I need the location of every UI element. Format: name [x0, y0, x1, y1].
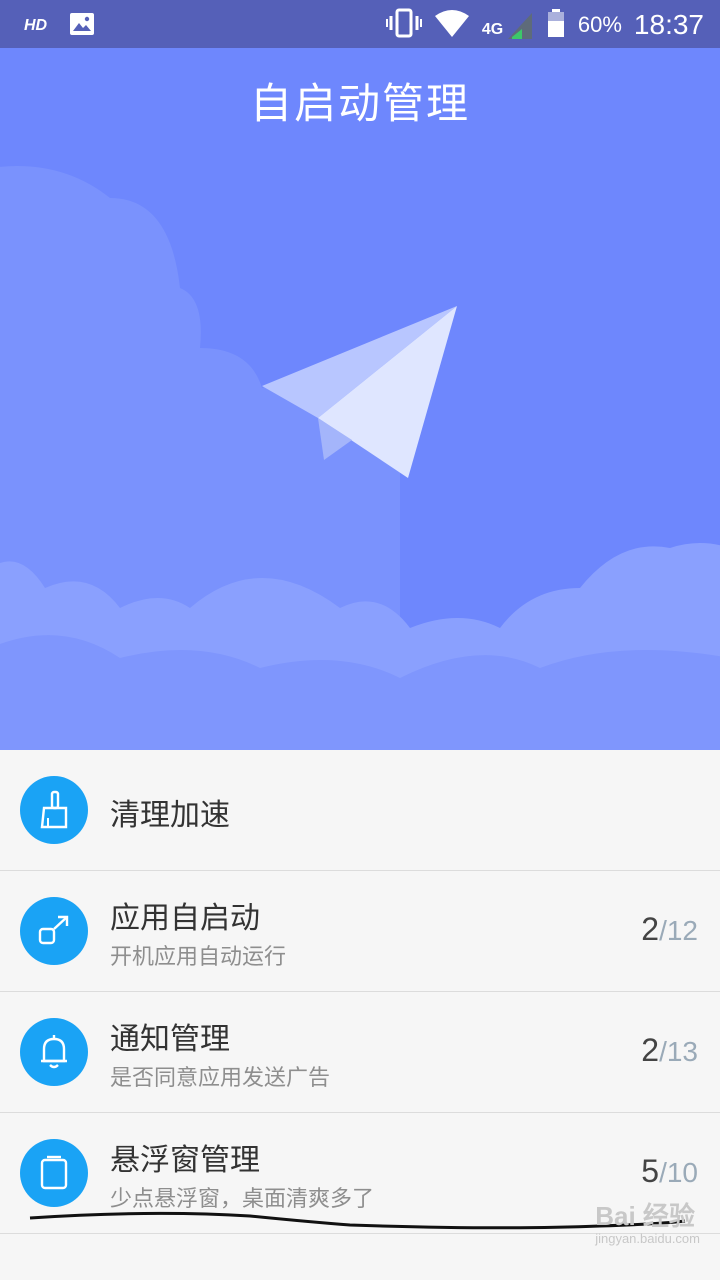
bell-icon — [20, 1018, 88, 1086]
list-item-app-autostart[interactable]: 应用自启动 开机应用自动运行 2/12 — [0, 871, 720, 992]
row-subtitle: 是否同意应用发送广告 — [110, 1066, 331, 1091]
count: 5/10 — [641, 1153, 698, 1190]
count-current: 5 — [641, 1153, 660, 1189]
count: 2/13 — [641, 1032, 698, 1069]
battery-level: 60% — [577, 12, 622, 37]
row-title: 悬浮窗管理 — [110, 1143, 260, 1178]
wifi-icon — [434, 8, 470, 42]
page-title: 自启动管理 — [249, 79, 470, 128]
watermark: Bai 经验 jingyan.baidu.com — [595, 1196, 700, 1246]
clock: 18:37 — [633, 9, 704, 40]
hero-banner: 自启动管理 — [0, 48, 720, 750]
watermark-brand: Bai 经验 — [595, 1201, 695, 1231]
network-type: 4G — [481, 21, 504, 38]
vibrate-icon — [385, 8, 422, 42]
hd-indicator: HD — [24, 17, 48, 34]
list-item-notifications[interactable]: 通知管理 是否同意应用发送广告 2/13 — [0, 992, 720, 1113]
count-total: /13 — [659, 1036, 698, 1067]
list-item-cleanup[interactable]: 清理加速 — [0, 750, 720, 871]
row-title: 通知管理 — [110, 1022, 230, 1057]
window-icon — [20, 1139, 88, 1207]
row-subtitle: 开机应用自动运行 — [110, 945, 287, 970]
feature-list: 清理加速 应用自启动 开机应用自动运行 2/12 通知管理 是否同意应用发送广告… — [0, 750, 720, 1234]
broom-icon — [20, 776, 88, 844]
launch-arrow-icon — [20, 897, 88, 965]
watermark-url: jingyan.baidu.com — [595, 1231, 700, 1246]
count-current: 2 — [641, 911, 660, 947]
signal-icon: 4G — [482, 9, 534, 41]
count-total: /10 — [659, 1157, 698, 1188]
row-title: 清理加速 — [110, 798, 230, 833]
status-bar: HD 4G 60% 18:37 — [0, 0, 720, 48]
count: 2/12 — [641, 911, 698, 948]
count-total: /12 — [659, 915, 698, 946]
image-icon — [69, 12, 95, 40]
count-current: 2 — [641, 1032, 660, 1068]
row-title: 应用自启动 — [110, 901, 260, 936]
battery-icon — [546, 8, 566, 42]
paper-plane-icon — [262, 306, 457, 478]
